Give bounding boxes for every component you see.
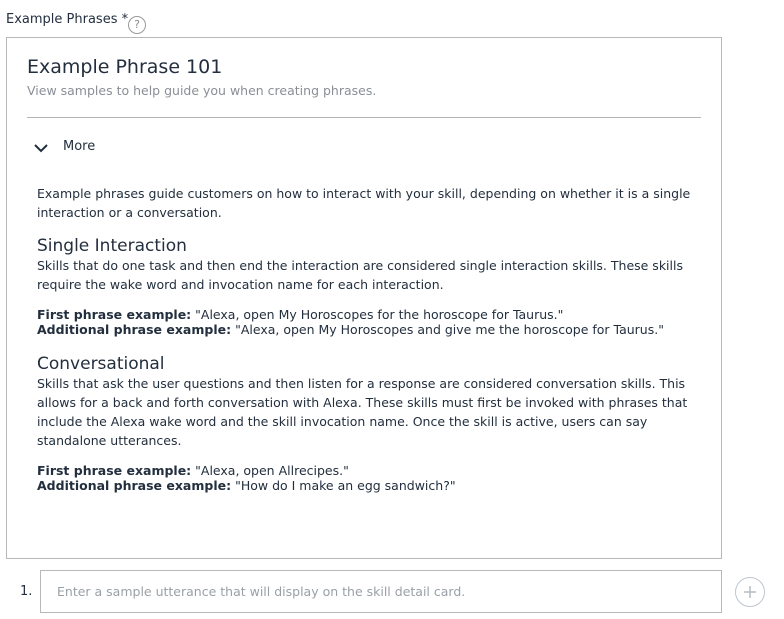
- first-phrase-value: "Alexa, open My Horoscopes for the horos…: [191, 307, 564, 322]
- additional-phrase-label: Additional phrase example:: [37, 322, 232, 337]
- utterance-number: 1.: [20, 584, 33, 599]
- utterance-input[interactable]: [40, 570, 722, 613]
- first-phrase-value: "Alexa, open Allrecipes.": [191, 463, 349, 478]
- divider: [27, 117, 701, 118]
- additional-phrase-example: Additional phrase example: "Alexa, open …: [37, 322, 693, 337]
- intro-text: Example phrases guide customers on how t…: [37, 186, 691, 220]
- example-phrases-label: Example Phrases *: [6, 12, 129, 27]
- panel-subtitle: View samples to help guide you when crea…: [27, 83, 377, 98]
- section-body-single-interaction: Skills that do one task and then end the…: [37, 258, 683, 292]
- examples-single-interaction: First phrase example: "Alexa, open My Ho…: [37, 307, 693, 337]
- examples-conversational: First phrase example: "Alexa, open Allre…: [37, 463, 693, 493]
- additional-phrase-example: Additional phrase example: "How do I mak…: [37, 478, 693, 493]
- additional-phrase-value: "How do I make an egg sandwich?": [231, 478, 456, 493]
- more-label: More: [63, 139, 96, 154]
- additional-phrase-label: Additional phrase example:: [37, 478, 232, 493]
- help-icon[interactable]: ?: [128, 16, 146, 34]
- section-heading-single-interaction: Single Interaction: [37, 236, 187, 256]
- add-utterance-button[interactable]: [735, 577, 765, 607]
- panel-title: Example Phrase 101: [27, 56, 223, 78]
- section-body-conversational: Skills that ask the user questions and t…: [37, 376, 688, 448]
- example-phrase-panel: Example Phrase 101 View samples to help …: [6, 37, 722, 559]
- first-phrase-label: First phrase example:: [37, 307, 192, 322]
- chevron-down-icon: [34, 144, 48, 153]
- section-heading-conversational: Conversational: [37, 354, 165, 374]
- plus-circle-icon: [744, 586, 756, 598]
- additional-phrase-value: "Alexa, open My Horoscopes and give me t…: [231, 322, 664, 337]
- first-phrase-label: First phrase example:: [37, 463, 192, 478]
- help-content: Example phrases guide customers on how t…: [37, 184, 693, 510]
- first-phrase-example: First phrase example: "Alexa, open Allre…: [37, 463, 693, 478]
- first-phrase-example: First phrase example: "Alexa, open My Ho…: [37, 307, 693, 322]
